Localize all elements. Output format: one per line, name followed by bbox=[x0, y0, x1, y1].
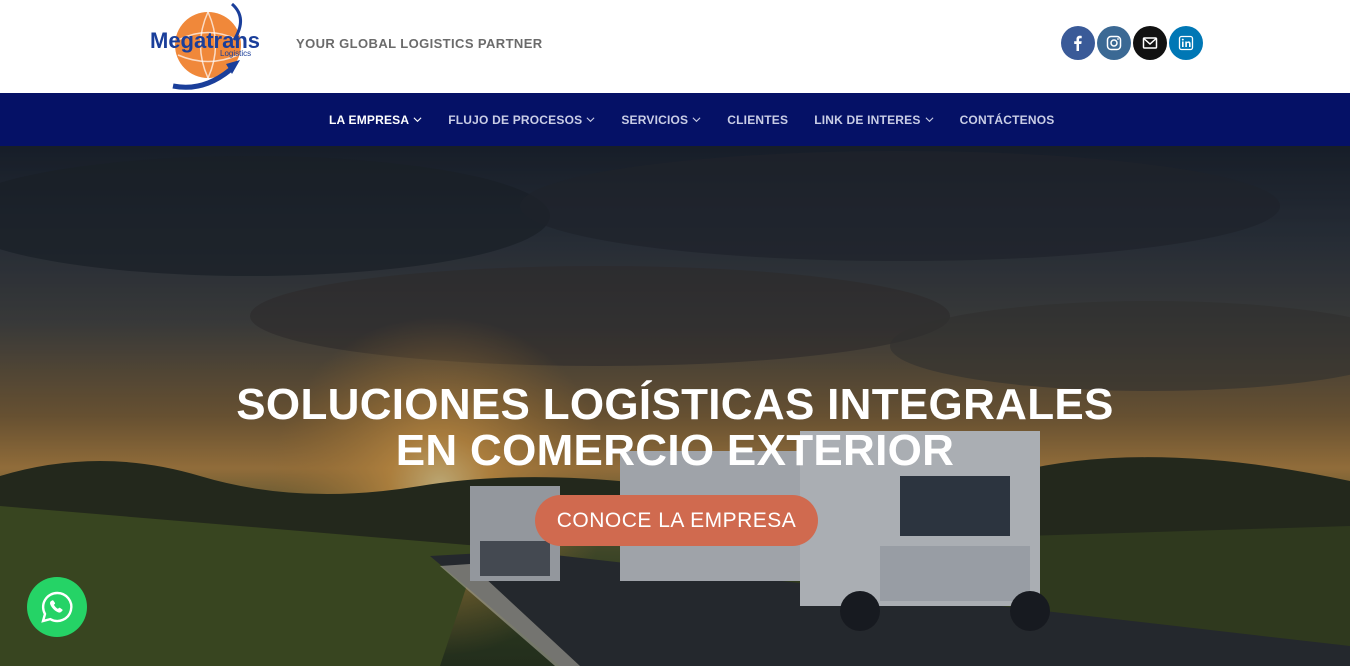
megatrans-logo[interactable]: Megatrans Logistics bbox=[148, 0, 266, 92]
nav-item-label: FLUJO DE PROCESOS bbox=[448, 112, 583, 127]
site-header: Megatrans Logistics YOUR GLOBAL LOGISTIC… bbox=[0, 0, 1350, 93]
linkedin-link[interactable] bbox=[1169, 26, 1203, 60]
nav-item-la-empresa[interactable]: LA EMPRESA bbox=[329, 113, 422, 127]
hero-title-line-2: EN COMERCIO EXTERIOR bbox=[395, 426, 955, 475]
svg-text:Logistics: Logistics bbox=[220, 49, 251, 58]
nav-item-label: LINK DE INTERES bbox=[814, 112, 921, 127]
facebook-link[interactable] bbox=[1061, 26, 1095, 60]
main-nav: LA EMPRESA FLUJO DE PROCESOS SERVICIOS C… bbox=[0, 93, 1350, 146]
chevron-down-icon bbox=[586, 115, 595, 124]
email-link[interactable] bbox=[1133, 26, 1167, 60]
nav-item-label: SERVICIOS bbox=[621, 112, 689, 127]
chevron-down-icon bbox=[413, 115, 422, 124]
hero-banner: SOLUCIONES LOGÍSTICAS INTEGRALES EN COME… bbox=[0, 146, 1350, 666]
instagram-icon bbox=[1106, 35, 1122, 51]
linkedin-icon bbox=[1178, 35, 1194, 51]
chevron-down-icon bbox=[925, 115, 934, 124]
nav-item-servicios[interactable]: SERVICIOS bbox=[621, 113, 701, 127]
mail-icon bbox=[1142, 35, 1158, 51]
nav-item-clientes[interactable]: CLIENTES bbox=[727, 113, 788, 127]
nav-item-contactenos[interactable]: CONTÁCTENOS bbox=[960, 113, 1055, 127]
nav-item-link-de-interes[interactable]: LINK DE INTERES bbox=[814, 112, 934, 127]
conoce-la-empresa-button[interactable]: CONOCE LA EMPRESA bbox=[535, 495, 818, 546]
instagram-link[interactable] bbox=[1097, 26, 1131, 60]
tagline: YOUR GLOBAL LOGISTICS PARTNER bbox=[296, 36, 543, 51]
nav-item-flujo-de-procesos[interactable]: FLUJO DE PROCESOS bbox=[448, 113, 595, 127]
nav-item-label: CONTÁCTENOS bbox=[959, 112, 1055, 127]
hero-title-line-1: SOLUCIONES LOGÍSTICAS INTEGRALES bbox=[236, 380, 1114, 429]
nav-item-label: LA EMPRESA bbox=[329, 112, 410, 127]
nav-item-label: CLIENTES bbox=[727, 112, 789, 127]
facebook-icon bbox=[1070, 35, 1086, 51]
chevron-down-icon bbox=[692, 115, 701, 124]
social-links bbox=[1061, 26, 1203, 60]
hero-title: SOLUCIONES LOGÍSTICAS INTEGRALES EN COME… bbox=[0, 382, 1350, 474]
whatsapp-button[interactable] bbox=[27, 577, 87, 637]
whatsapp-icon bbox=[40, 590, 74, 624]
